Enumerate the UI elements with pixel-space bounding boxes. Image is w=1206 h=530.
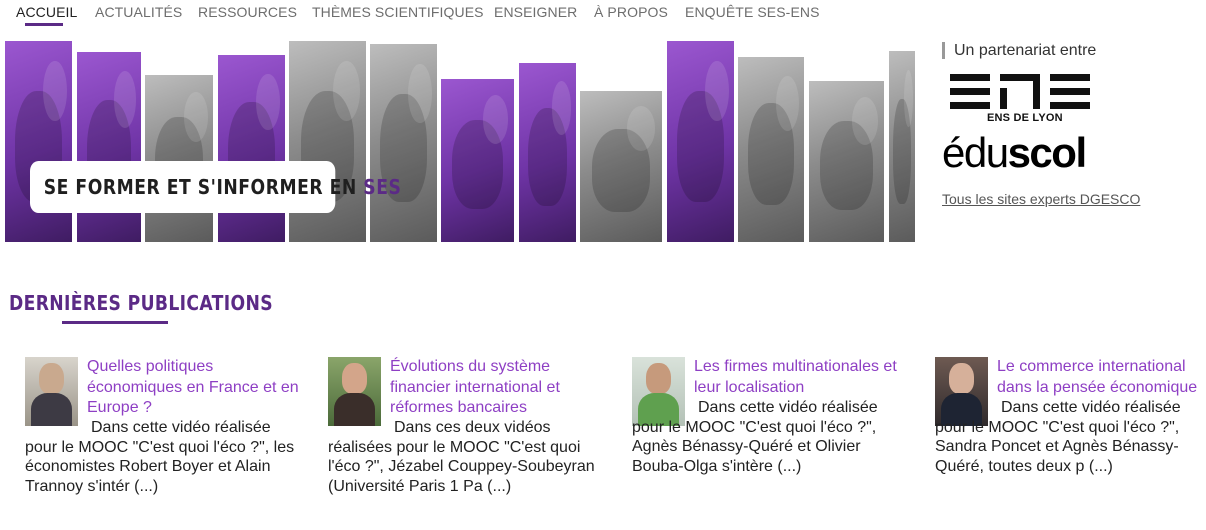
- publication-card: Les firmes multinationales et leur local…: [632, 357, 904, 497]
- publication-card: Le commerce international dans la pensée…: [935, 357, 1206, 497]
- ens-logo-icon: [950, 74, 1090, 109]
- banner-tagline-main: SE FORMER ET S'INFORMER EN: [43, 175, 364, 199]
- eduscol-logo-bold: scol: [1007, 129, 1088, 176]
- nav-item-accueil[interactable]: ACCUEIL: [16, 4, 77, 20]
- eduscol-logo-link[interactable]: éduscol: [942, 129, 1088, 176]
- publication-thumbnail[interactable]: [25, 357, 78, 426]
- nav-item-enseigner[interactable]: ENSEIGNER: [494, 4, 577, 20]
- banner-portrait-strip: [519, 63, 576, 242]
- eduscol-logo-light: édu: [942, 129, 1009, 176]
- publication-title-link[interactable]: Le commerce international dans la pensée…: [997, 357, 1206, 398]
- nav-active-indicator: [25, 23, 63, 26]
- banner-portrait-strip: [370, 44, 437, 242]
- banner-portrait-strip: [809, 81, 884, 242]
- publication-title-link[interactable]: Quelles politiques économiques en France…: [87, 357, 299, 419]
- publication-excerpt: Dans cette vidéo réalisée pour le MOOC "…: [25, 419, 295, 495]
- ens-logo-subtitle: ENS DE LYON: [987, 112, 1063, 124]
- publication-title-link[interactable]: Les firmes multinationales et leur local…: [694, 357, 906, 398]
- publication-excerpt: Dans cette vidéo réalisée pour le MOOC "…: [632, 399, 878, 475]
- banner-tagline-accent: SES: [363, 175, 402, 199]
- main-nav: ACCUEIL ACTUALITÉS RESSOURCES THÈMES SCI…: [0, 0, 1206, 30]
- publication-excerpt: Dans ces deux vidéos réalisées pour le M…: [328, 419, 595, 495]
- publication-card: Évolutions du système financier internat…: [328, 357, 600, 497]
- partnership-marker: [942, 42, 945, 59]
- nav-item-enquete-ses-ens[interactable]: ENQUÊTE SES-ENS: [685, 4, 820, 20]
- banner-tagline: SE FORMER ET S'INFORMER EN SES: [30, 161, 401, 213]
- portrait-icon: [39, 363, 64, 394]
- partnership-panel: Un partenariat entre ENS DE LYON éduscol…: [942, 41, 1172, 211]
- nav-item-actualites[interactable]: ACTUALITÉS: [95, 4, 182, 20]
- nav-item-themes-scientifiques[interactable]: THÈMES SCIENTIFIQUES: [312, 4, 484, 20]
- banner-portrait-strip: [441, 79, 514, 242]
- nav-item-ressources[interactable]: RESSOURCES: [198, 4, 297, 20]
- portrait-icon: [949, 363, 974, 394]
- dgesco-sites-link[interactable]: Tous les sites experts DGESCO: [942, 191, 1140, 207]
- portrait-icon: [342, 363, 367, 394]
- banner-portrait-strip: [738, 57, 804, 242]
- banner-portrait-strip: [77, 52, 141, 242]
- banner-portrait-strip: [667, 41, 734, 242]
- partnership-title: Un partenariat entre: [954, 42, 1097, 59]
- publication-thumbnail[interactable]: [328, 357, 381, 426]
- banner-portrait-strip: [580, 91, 662, 242]
- portrait-icon: [646, 363, 671, 394]
- banner-portrait-strip: [218, 55, 285, 242]
- section-title-underline: [62, 321, 168, 324]
- banner-portrait-strip: [145, 75, 213, 242]
- section-title: DERNIÈRES PUBLICATIONS: [9, 291, 273, 315]
- publication-card: Quelles politiques économiques en France…: [25, 357, 299, 497]
- publication-title-link[interactable]: Évolutions du système financier internat…: [390, 357, 602, 419]
- banner-portrait-strip: [889, 51, 915, 242]
- nav-item-a-propos[interactable]: À PROPOS: [594, 4, 668, 20]
- publication-excerpt: Dans cette vidéo réalisée pour le MOOC "…: [935, 399, 1181, 475]
